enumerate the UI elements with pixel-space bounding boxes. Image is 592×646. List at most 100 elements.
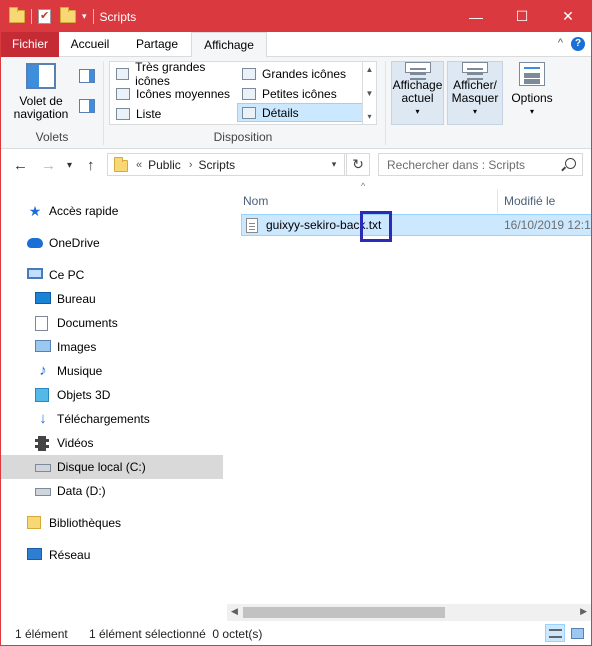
address-dropdown-icon[interactable]: ▾ (324, 153, 345, 176)
nav-item-data-d[interactable]: Data (D:) (1, 479, 223, 503)
layout-medium-icons[interactable]: Icônes moyennes (112, 84, 236, 103)
navigation-pane-icon (26, 63, 56, 89)
address-row: ← → ▾ ↑ « Public › Scripts ▾ ↻ Recherche… (1, 149, 591, 181)
desktop-icon (35, 292, 51, 306)
properties-icon[interactable] (38, 8, 54, 25)
ribbon-tabs: Fichier Accueil Partage Affichage ^ ? (1, 32, 591, 58)
collapse-ribbon-icon[interactable]: ^ (558, 37, 563, 49)
new-folder-icon[interactable] (60, 6, 76, 25)
scroll-left-icon[interactable]: ◀ (231, 606, 238, 617)
back-arrow-icon[interactable]: ← (13, 157, 28, 174)
nav-item-quick-access[interactable]: ★ Accès rapide (1, 199, 223, 223)
search-input[interactable]: Rechercher dans : Scripts (387, 158, 525, 172)
help-icon[interactable]: ? (571, 37, 585, 51)
nav-item-videos[interactable]: Vidéos (1, 431, 223, 455)
nav-item-local-disk-c[interactable]: Disque local (C:) (1, 455, 223, 479)
nav-item-label: Images (57, 340, 97, 354)
layout-label: Grandes icônes (262, 66, 347, 81)
nav-item-downloads[interactable]: ↓ Téléchargements (1, 407, 223, 431)
nav-item-label: Disque local (C:) (57, 460, 146, 474)
current-view-icon (404, 62, 431, 73)
folder-icon (114, 156, 128, 172)
options-label: Options (511, 91, 553, 105)
layout-list[interactable]: Liste (112, 104, 236, 123)
group-label-layout: Disposition (213, 130, 273, 144)
options-button[interactable]: Options ▾ (507, 61, 557, 125)
recent-locations-icon[interactable]: ▾ (67, 160, 72, 171)
file-row[interactable]: guixyy-sekiro-back.txt 16/10/2019 12:16 (241, 214, 592, 236)
nav-item-label: Musique (57, 364, 103, 378)
nav-item-pictures[interactable]: Images (1, 335, 223, 359)
nav-item-label: Réseau (49, 548, 91, 562)
scroll-up-icon[interactable]: ▲ (366, 65, 374, 74)
search-box[interactable]: Rechercher dans : Scripts (378, 153, 583, 176)
column-header-modified[interactable]: Modifié le (504, 189, 591, 213)
star-icon: ★ (28, 203, 42, 219)
file-modified-date: 16/10/2019 12:16 (504, 218, 592, 232)
layout-label: Petites icônes (262, 86, 337, 101)
nav-item-onedrive[interactable]: OneDrive (1, 231, 223, 255)
expand-gallery-icon[interactable]: ▾ (367, 112, 371, 121)
column-header-name[interactable]: Nom (243, 189, 493, 213)
tab-home[interactable]: Accueil (59, 32, 121, 57)
toolbar-separator (31, 9, 32, 24)
nav-item-desktop[interactable]: Bureau (1, 287, 223, 311)
nav-item-label: Documents (57, 316, 118, 330)
large-icons-view-toggle[interactable] (567, 624, 587, 642)
videos-icon (35, 436, 51, 451)
breadcrumb-scripts[interactable]: Scripts (198, 158, 235, 172)
nav-item-this-pc[interactable]: Ce PC (1, 263, 223, 287)
details-pane-icon[interactable] (79, 99, 95, 113)
nav-item-label: Téléchargements (57, 412, 150, 426)
details-view-icon (549, 629, 562, 638)
pictures-icon (35, 340, 51, 354)
breadcrumb-separator: › (188, 158, 193, 171)
tab-share[interactable]: Partage (123, 32, 191, 57)
scroll-right-icon[interactable]: ▶ (580, 606, 587, 617)
layout-small-icons[interactable]: Petites icônes (238, 84, 362, 103)
details-view-toggle[interactable] (545, 624, 565, 642)
breadcrumb-overflow[interactable]: « (136, 159, 142, 171)
customize-toolbar-icon[interactable]: ▾ (82, 11, 87, 22)
maximize-button[interactable]: ☐ (499, 1, 545, 32)
nav-item-3d-objects[interactable]: Objets 3D (1, 383, 223, 407)
forward-arrow-icon[interactable]: → (41, 157, 56, 174)
nav-item-label: Bureau (57, 292, 96, 306)
refresh-icon[interactable]: ↻ (346, 153, 370, 176)
navigation-pane-button[interactable]: Volet de navigation (9, 63, 73, 121)
layout-details[interactable]: Détails (237, 103, 363, 122)
tab-view[interactable]: Affichage (191, 32, 267, 58)
breadcrumb-public[interactable]: Public (148, 158, 181, 172)
layout-extra-large-icons[interactable]: Très grandes icônes (112, 60, 236, 88)
layout-large-icons[interactable]: Grandes icônes (238, 64, 362, 83)
nav-item-libraries[interactable]: Bibliothèques (1, 511, 223, 535)
nav-item-label: Bibliothèques (49, 516, 122, 530)
current-view-button[interactable]: Affichage actuel ▾ (391, 61, 444, 125)
column-separator[interactable] (497, 189, 498, 213)
nav-item-music[interactable]: ♪ Musique (1, 359, 223, 383)
search-icon[interactable] (565, 158, 576, 169)
horizontal-scrollbar[interactable]: ◀ ▶ (227, 604, 591, 621)
window-title: Scripts (99, 9, 137, 24)
downloads-icon: ↓ (39, 410, 47, 427)
layout-gallery: Très grandes icônes Grandes icônes Icône… (109, 60, 377, 125)
toolbar-separator (92, 9, 94, 24)
nav-item-network[interactable]: Réseau (1, 543, 223, 567)
folder-icon (9, 6, 25, 25)
up-arrow-icon[interactable]: ↑ (87, 157, 95, 174)
minimize-button[interactable]: — (453, 1, 499, 32)
music-icon: ♪ (39, 362, 47, 379)
scrollbar-thumb[interactable] (243, 607, 445, 618)
tab-file[interactable]: Fichier (1, 32, 59, 57)
file-list: ^ Nom Modifié le guixyy-sekiro-back.txt … (223, 181, 591, 621)
show-hide-button[interactable]: Afficher/ Masquer ▾ (447, 61, 503, 125)
close-button[interactable]: ✕ (545, 1, 591, 32)
preview-pane-icon[interactable] (79, 69, 95, 83)
layout-gallery-scroll[interactable]: ▲ ▼ ▾ (362, 62, 376, 124)
scroll-down-icon[interactable]: ▼ (366, 89, 374, 98)
show-hide-label: Afficher/ Masquer (451, 78, 499, 105)
address-bar[interactable]: « Public › Scripts (107, 153, 347, 176)
documents-icon (35, 316, 51, 331)
group-label-panes: Volets (35, 130, 69, 144)
nav-item-documents[interactable]: Documents (1, 311, 223, 335)
